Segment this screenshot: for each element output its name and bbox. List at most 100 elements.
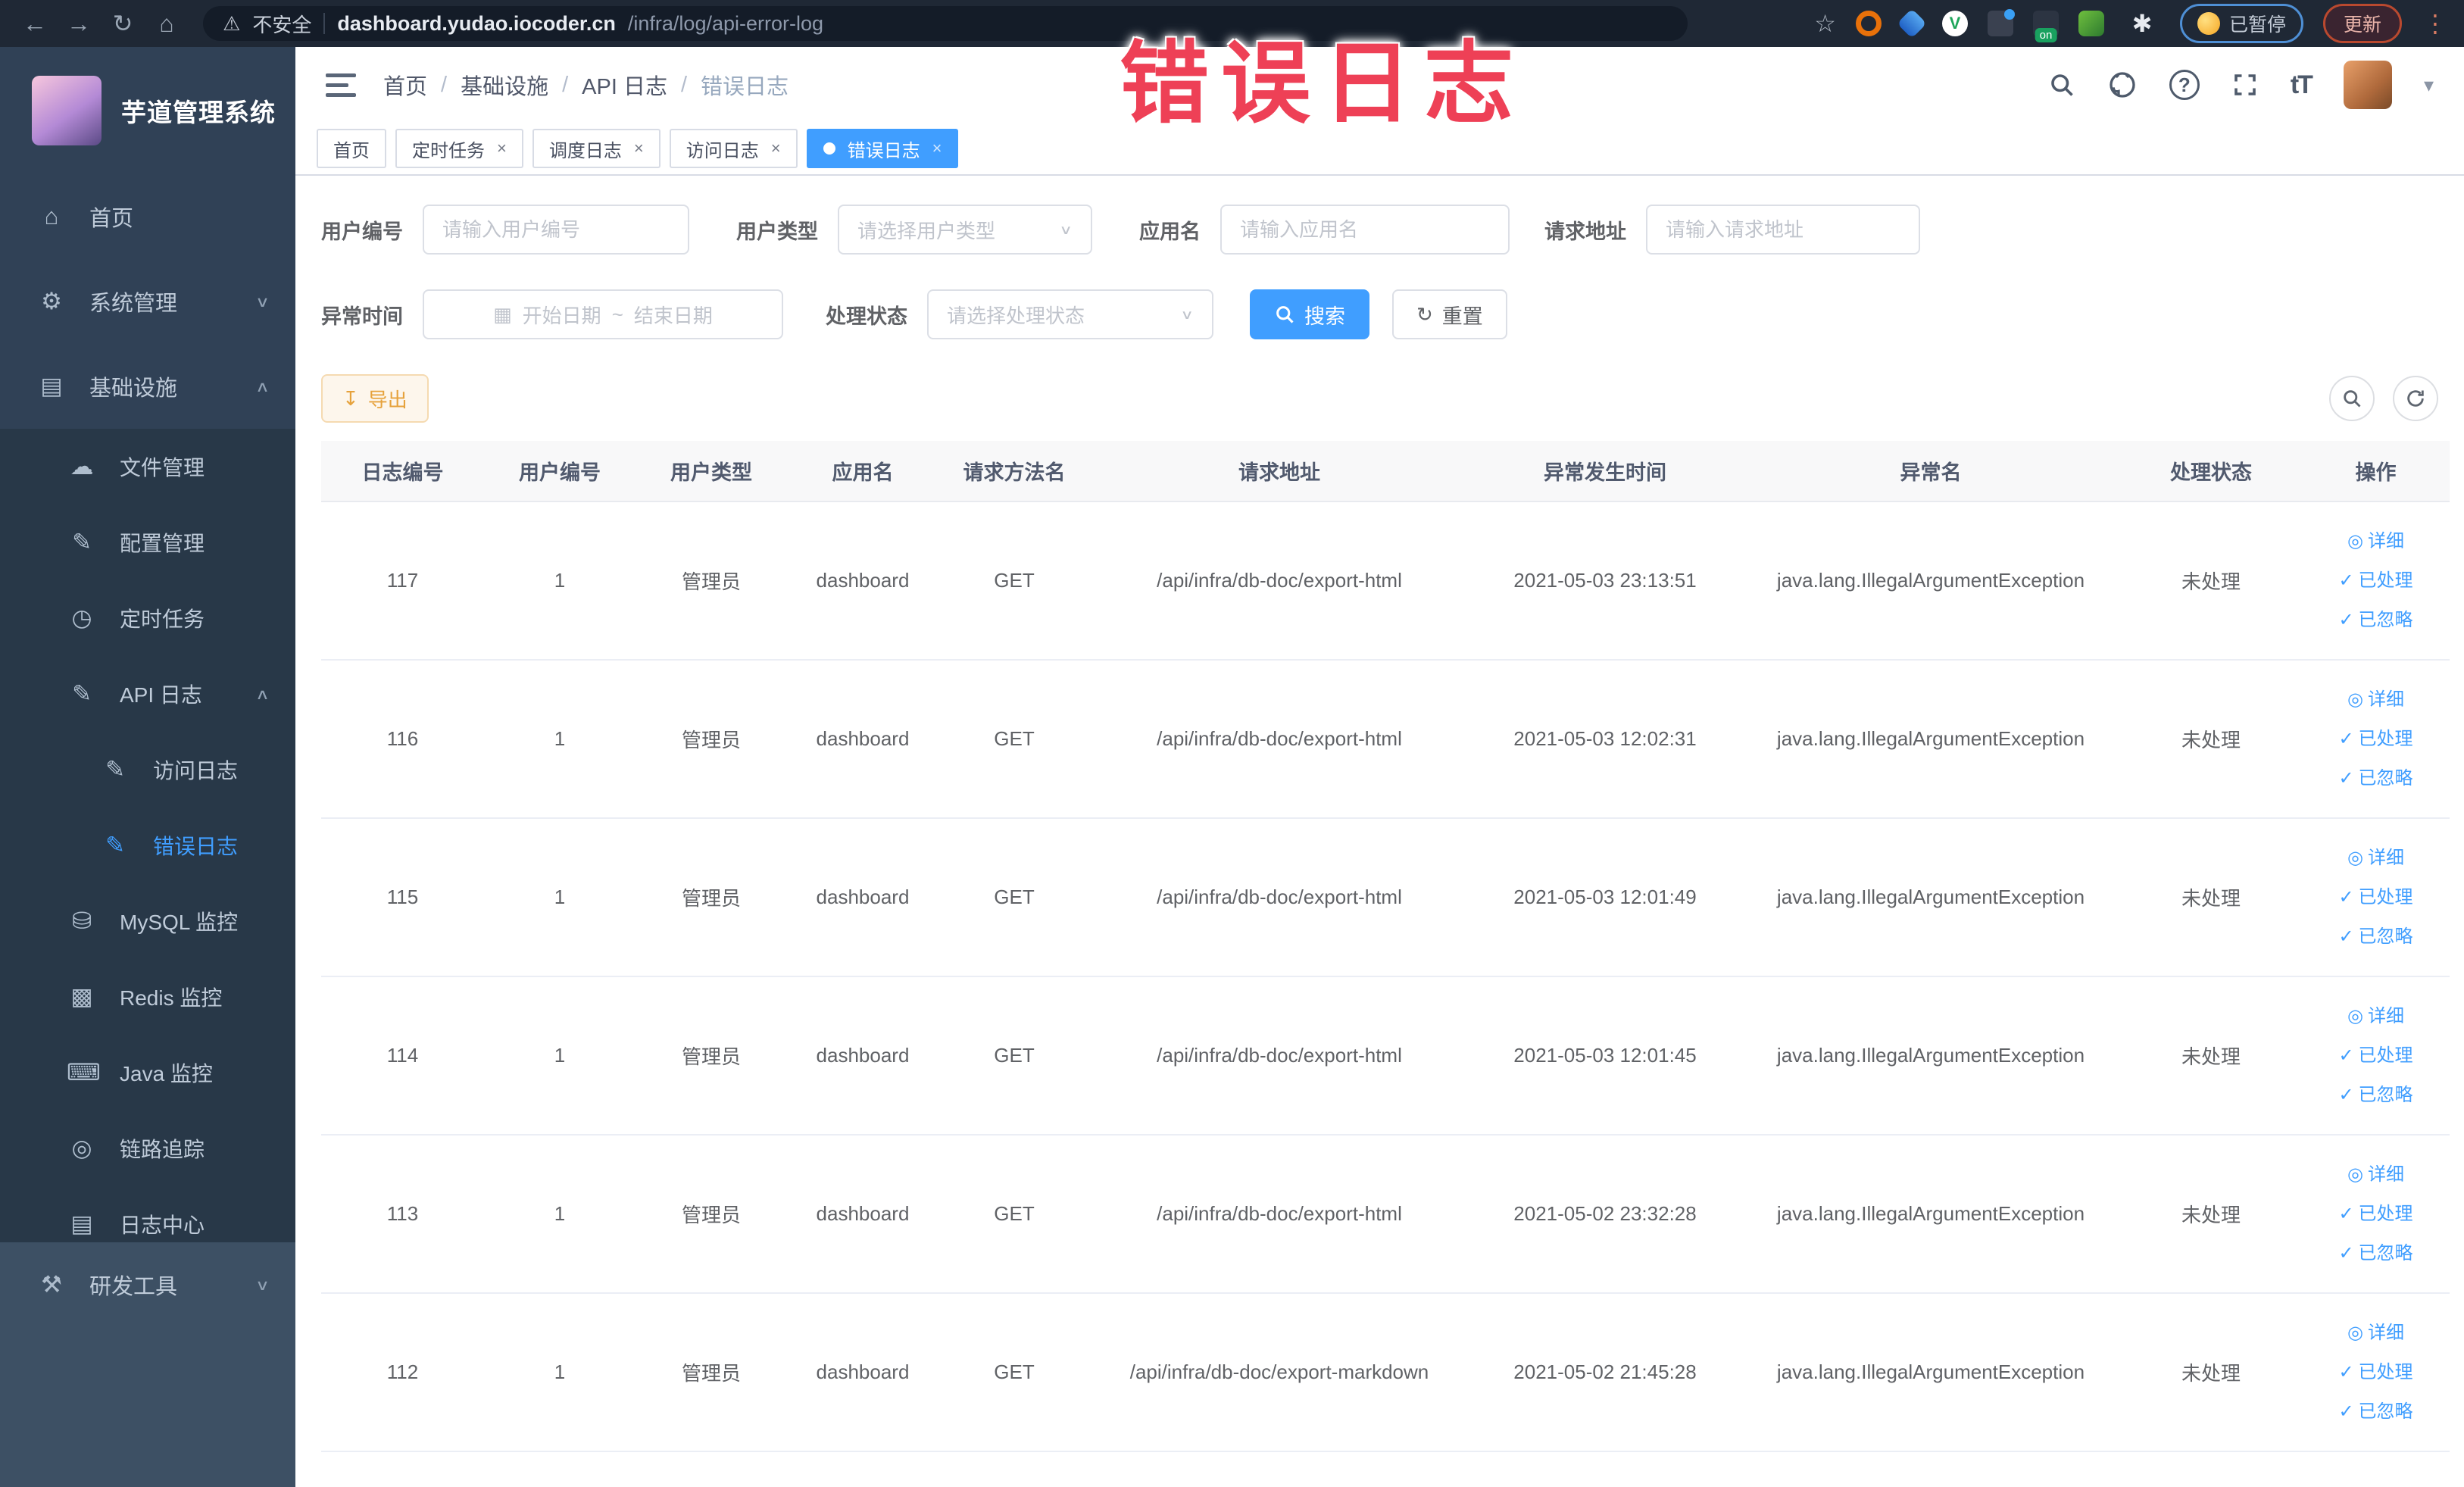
chrome-update-button[interactable]: 更新 [2322,4,2402,43]
not-secure-label[interactable]: 不安全 [252,10,311,38]
toggle-search-button[interactable] [2329,376,2375,421]
sidebar-item-label: MySQL 监控 [120,911,239,934]
mark-processed-link[interactable]: ✓ 已处理 [2308,1353,2444,1392]
reload-icon[interactable]: ↻ [105,9,141,38]
fullscreen-icon[interactable] [2231,71,2259,98]
mark-processed-link[interactable]: ✓ 已处理 [2308,720,2444,759]
user-type-select[interactable]: 请选择用户类型 ∨ [838,205,1092,255]
tab-close-icon[interactable]: × [497,139,507,158]
mark-processed-label: 已处理 [2358,570,2413,591]
mark-ignored-link[interactable]: ✓ 已忽略 [2308,1076,2444,1115]
breadcrumb-item[interactable]: 首页 [383,69,427,101]
sidebar-item-home[interactable]: ⌂ 首页 [0,174,295,259]
end-date-placeholder: 结束日期 [633,304,713,327]
app-logo-row[interactable]: 芋道管理系统 [0,47,295,174]
mark-ignored-link[interactable]: ✓ 已忽略 [2308,1234,2444,1273]
back-icon[interactable]: ← [17,10,53,38]
cell-time: 2021-05-03 23:13:51 [1469,501,1741,661]
header-actions: ? tT ▾ [2048,61,2434,109]
extension-leaf-icon[interactable] [2078,11,2104,36]
tab-error-log[interactable]: 错误日志 × [806,129,959,168]
tab-close-icon[interactable]: × [771,139,781,158]
exception-time-range-picker[interactable]: ▦ 开始日期 ~ 结束日期 [423,289,783,339]
extension-blue-icon[interactable] [1897,8,1927,39]
sidebar-item-error-log[interactable]: ✎ 错误日志 [0,808,295,883]
mark-processed-icon: ✓ [2338,728,2354,749]
sidebar-item-java-monitor[interactable]: ⌨ Java 监控 [0,1035,295,1111]
sidebar-toggle-icon[interactable] [326,73,356,97]
mark-ignored-link[interactable]: ✓ 已忽略 [2308,917,2444,957]
cell-id: 113 [321,1135,484,1294]
detail-link[interactable]: ◎ 详细 [2308,839,2444,878]
sidebar-item-redis-monitor[interactable]: ▩ Redis 监控 [0,959,295,1035]
export-button[interactable]: ↧ 导出 [321,374,429,423]
cell-method: GET [938,1293,1090,1452]
bookmark-star-icon[interactable]: ☆ [1814,9,1836,38]
search-button[interactable]: 搜索 [1250,289,1369,339]
breadcrumb-item: 错误日志 [701,75,789,99]
mark-ignored-link[interactable]: ✓ 已忽略 [2308,1392,2444,1432]
tab-access-log[interactable]: 访问日志 × [669,129,798,168]
tab-close-icon[interactable]: × [634,139,644,158]
search-icon[interactable] [2048,71,2075,98]
detail-link[interactable]: ◎ 详细 [2308,1314,2444,1353]
github-icon[interactable] [2107,70,2138,100]
sidebar-item-infrastructure[interactable]: ▤ 基础设施 ∧ [0,344,295,429]
user-avatar[interactable] [2343,61,2392,109]
app-name-input[interactable] [1240,217,1490,242]
refresh-table-button[interactable] [2393,376,2438,421]
browser-home-icon[interactable]: ⌂ [148,10,185,38]
home-icon: ⌂ [44,203,59,230]
access-log-icon: ✎ [105,756,125,783]
emoji-face-icon [2197,12,2220,35]
paused-badge[interactable]: 已暂停 [2179,4,2303,43]
sidebar-item-label: 日志中心 [120,1214,205,1237]
mark-ignored-link[interactable]: ✓ 已忽略 [2308,759,2444,798]
cell-user-id: 1 [484,976,636,1136]
breadcrumb-item[interactable]: 基础设施 [461,69,548,101]
app-name-field[interactable] [1220,205,1510,255]
mark-processed-link[interactable]: ✓ 已处理 [2308,878,2444,917]
address-bar[interactable]: ⚠ 不安全 dashboard.yudao.iocoder.cn /infra/… [203,6,1688,41]
mark-processed-link[interactable]: ✓ 已处理 [2308,1195,2444,1234]
detail-link[interactable]: ◎ 详细 [2308,1155,2444,1195]
cell-actions: ◎ 详细 ✓ 已处理 ✓ 已忽略 [2302,660,2450,819]
detail-link[interactable]: ◎ 详细 [2308,522,2444,561]
sidebar-item-trace[interactable]: ◎ 链路追踪 [0,1111,295,1186]
sidebar-item-api-log[interactable]: ✎ API 日志 ∧ [0,656,295,732]
mark-processed-link[interactable]: ✓ 已处理 [2308,1036,2444,1076]
tab-schedule-log[interactable]: 调度日志 × [532,129,661,168]
font-size-icon[interactable]: tT [2291,70,2313,100]
sidebar-item-mysql-monitor[interactable]: ⛁ MySQL 监控 [0,883,295,959]
extension-grid-icon[interactable] [1987,9,2015,36]
request-url-input[interactable] [1666,217,1900,242]
detail-link[interactable]: ◎ 详细 [2308,680,2444,720]
extension-orange-icon[interactable] [1855,11,1882,36]
sidebar-item-system-mgmt[interactable]: ⚙ 系统管理 ∨ [0,259,295,344]
sidebar-item-scheduled-jobs[interactable]: ◷ 定时任务 [0,580,295,656]
detail-link[interactable]: ◎ 详细 [2308,997,2444,1036]
forward-icon[interactable]: → [61,10,97,38]
config-mgmt-icon: ✎ [72,529,92,555]
extensions-puzzle-icon[interactable]: ✱ [2124,9,2160,38]
mark-ignored-link[interactable]: ✓ 已忽略 [2308,601,2444,640]
tab-home[interactable]: 首页 [317,129,386,168]
breadcrumb-item[interactable]: API 日志 [582,69,667,101]
user-id-input[interactable] [442,217,670,242]
process-status-select[interactable]: 请选择处理状态 ∨ [927,289,1213,339]
mark-processed-link[interactable]: ✓ 已处理 [2308,561,2444,601]
extension-green-icon[interactable]: V [1941,11,1968,36]
request-url-field[interactable] [1646,205,1920,255]
user-id-field[interactable] [423,205,689,255]
browser-menu-icon[interactable]: ⋮ [2423,9,2447,38]
user-menu-caret-icon[interactable]: ▾ [2424,73,2434,97]
docs-help-icon[interactable]: ? [2169,70,2200,100]
reset-button[interactable]: ↻ 重置 [1392,289,1507,339]
tab-close-icon[interactable]: × [932,139,942,158]
sidebar-item-dev-tools[interactable]: ⚒ 研发工具 ∨ [0,1242,295,1327]
extension-on-badge-icon[interactable] [2032,11,2059,36]
sidebar-item-access-log[interactable]: ✎ 访问日志 [0,732,295,808]
sidebar-item-file-mgmt[interactable]: ☁ 文件管理 [0,429,295,505]
tab-scheduled-jobs[interactable]: 定时任务 × [395,129,523,168]
sidebar-item-config-mgmt[interactable]: ✎ 配置管理 [0,505,295,580]
